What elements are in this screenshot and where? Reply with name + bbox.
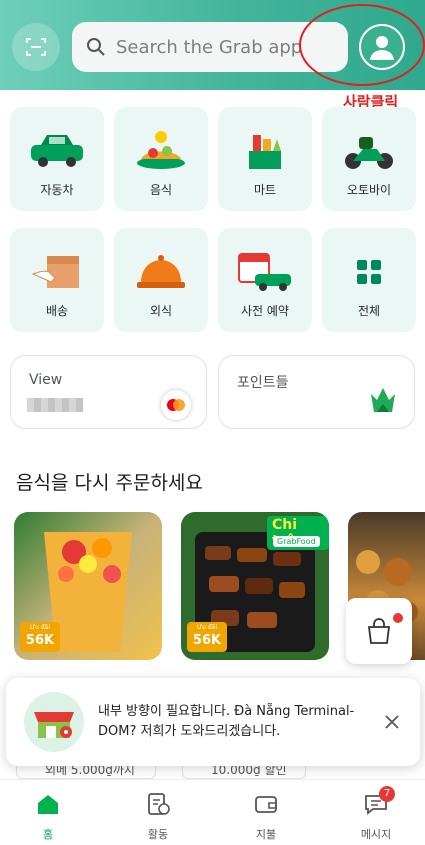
service-dine-out[interactable]: 외식 (114, 228, 208, 332)
bottom-navigation: 홈 활동 지불 7 메시지 (0, 779, 425, 845)
service-car[interactable]: 자동차 (10, 107, 104, 211)
food-icon (137, 131, 185, 169)
nav-home[interactable]: 홈 (8, 792, 88, 842)
close-button[interactable] (380, 710, 404, 734)
grid-icon (357, 260, 381, 284)
nav-label: 메시지 (360, 828, 392, 841)
shopping-bag-icon (367, 618, 391, 644)
service-label: 배송 (45, 304, 69, 318)
promo-banner-sub: GrabFood (273, 536, 320, 547)
location-toast[interactable]: 내부 방향이 필요합니다. Đà Nẵng Terminal-DOM? 저희가 … (6, 678, 420, 766)
service-label: 오토바이 (346, 183, 392, 197)
car-icon (31, 135, 83, 167)
service-food[interactable]: 음식 (114, 107, 208, 211)
points-crown-icon (371, 388, 395, 412)
cart-notification-dot (393, 613, 403, 623)
scan-button[interactable] (12, 23, 60, 71)
nav-messages[interactable]: 7 메시지 (336, 786, 416, 842)
home-icon (35, 792, 61, 816)
storefront-icon (24, 692, 84, 752)
nav-label: 활동 (147, 828, 169, 841)
service-label: 사전 예약 (241, 304, 289, 318)
payment-card[interactable]: View (10, 355, 207, 429)
cart-button[interactable] (346, 598, 412, 664)
food-card[interactable]: Ưu đãi 56K (14, 512, 162, 660)
annotation-circle (299, 4, 425, 86)
service-label: 음식 (149, 183, 173, 197)
service-label: 마트 (253, 183, 277, 197)
message-count-badge: 7 (379, 786, 395, 802)
service-label: 자동차 (40, 183, 74, 197)
food-card[interactable]: Chi trên GrabFood Ưu đãi56K (181, 512, 329, 660)
service-label: 전체 (357, 304, 381, 318)
nav-activity[interactable]: 활동 (118, 792, 198, 842)
service-label: 외식 (149, 304, 173, 318)
search-icon (87, 38, 105, 56)
nav-label: 지불 (255, 828, 277, 841)
dining-cloche-icon (137, 255, 185, 288)
activity-icon (145, 792, 171, 816)
masked-balance (27, 398, 83, 412)
wallet-icon (253, 792, 279, 816)
toast-message: 내부 방향이 필요합니다. Đà Nẵng Terminal-DOM? 저희가 … (98, 704, 355, 739)
deal-badge: Ưu đãi 56K (20, 622, 60, 652)
close-icon (385, 715, 399, 729)
motorbike-icon (345, 137, 393, 169)
service-mart[interactable]: 마트 (218, 107, 312, 211)
reorder-section-title: 음식을 다시 주문하세요 (16, 472, 203, 494)
payment-card-label: View (29, 372, 63, 388)
deal-badge: Ưu đãi 56K (187, 622, 227, 652)
service-motorbike[interactable]: 오토바이 (322, 107, 416, 211)
nav-label: 홈 (42, 828, 54, 841)
mastercard-icon (161, 390, 191, 420)
search-placeholder: Search the Grab app (116, 36, 303, 58)
service-delivery[interactable]: 배송 (10, 228, 104, 332)
points-card[interactable]: 포인트들 (218, 355, 415, 429)
service-all[interactable]: 전체 (322, 228, 416, 332)
nav-payment[interactable]: 지불 (226, 792, 306, 842)
points-card-label: 포인트들 (237, 375, 289, 391)
calendar-car-icon (238, 253, 291, 291)
scan-icon (26, 38, 46, 56)
service-advance-booking[interactable]: 사전 예약 (218, 228, 312, 332)
chat-icon: 7 (363, 786, 395, 816)
package-icon (31, 256, 79, 288)
grocery-icon (249, 135, 281, 169)
